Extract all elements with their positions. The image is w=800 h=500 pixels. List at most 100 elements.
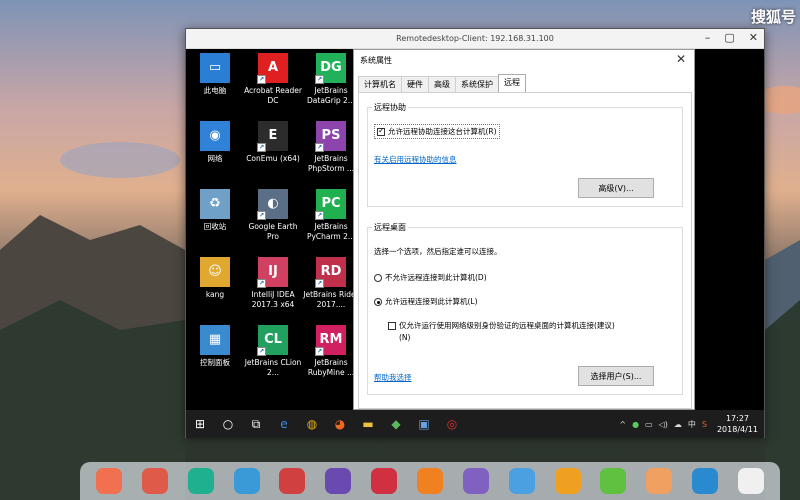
app-icon: RM ↗ bbox=[315, 325, 346, 356]
desktop-icon-label: JetBrains Rider 2017.... bbox=[303, 290, 359, 309]
dock-app-icon[interactable] bbox=[141, 468, 168, 494]
shortcut-arrow-icon: ↗ bbox=[315, 347, 324, 356]
remote-app-icon[interactable]: ▣ bbox=[410, 410, 438, 438]
dock-app-icon[interactable] bbox=[646, 468, 673, 494]
app-icon: A ↗ bbox=[257, 53, 288, 84]
dock-app-icon[interactable] bbox=[462, 468, 489, 494]
search-icon[interactable]: ○ bbox=[214, 410, 242, 438]
cloud-icon[interactable]: ☁ bbox=[674, 420, 682, 429]
minimize-icon[interactable]: – bbox=[705, 31, 711, 44]
clock[interactable]: 17:27 2018/4/11 bbox=[717, 413, 758, 435]
radio-icon[interactable] bbox=[374, 274, 382, 282]
nla-checkbox[interactable]: 仅允许运行使用网络级别身份验证的远程桌面的计算机连接(建议) (N) bbox=[388, 320, 615, 344]
dock-app-icon[interactable] bbox=[692, 468, 719, 494]
advanced-button[interactable]: 高级(V)... bbox=[578, 178, 654, 198]
watermark: 搜狐号 bbox=[750, 8, 796, 26]
app-icon: RD ↗ bbox=[315, 257, 346, 288]
file-explorer-icon[interactable]: ▬ bbox=[354, 410, 382, 438]
radio-deny[interactable]: 不允许远程连接到此计算机(D) bbox=[374, 272, 487, 283]
desktop-icon[interactable]: ▦ 控制面板 bbox=[186, 325, 244, 368]
desktop-icon-label: JetBrains CLion 2... bbox=[244, 358, 302, 377]
app-icon: ♻ bbox=[200, 189, 230, 219]
desktop-icon[interactable]: PS ↗ JetBrains PhpStorm ... bbox=[302, 121, 360, 174]
desktop-icon[interactable]: PC ↗ JetBrains PyCharm 2... bbox=[302, 189, 360, 242]
task-view-icon[interactable]: ⧉ bbox=[242, 410, 270, 438]
desktop-icon[interactable]: CL ↗ JetBrains CLion 2... bbox=[244, 325, 302, 378]
edge-icon[interactable]: e bbox=[270, 410, 298, 438]
radio-allow[interactable]: 允许远程连接到此计算机(L) bbox=[374, 296, 478, 307]
desktop-icon[interactable]: RM ↗ JetBrains RubyMine ... bbox=[302, 325, 360, 378]
chrome-icon[interactable]: ◍ bbox=[298, 410, 326, 438]
desktop-icon-label: JetBrains PyCharm 2... bbox=[306, 222, 356, 241]
assistance-checkbox[interactable]: 允许远程协助连接这台计算机(R) bbox=[374, 124, 500, 139]
start-icon[interactable]: ⊞ bbox=[186, 410, 214, 438]
chevron-up-icon[interactable]: ^ bbox=[619, 420, 626, 429]
close-icon[interactable]: ✕ bbox=[749, 31, 758, 44]
system-properties-dialog: 系统属性 ✕ 计算机名 硬件 高级 系统保护 远程 远程协助 允许远程协助连接这… bbox=[353, 49, 695, 410]
shortcut-arrow-icon: ↗ bbox=[257, 279, 266, 288]
tab-remote[interactable]: 远程 bbox=[498, 74, 526, 92]
desktop-icon[interactable]: E ↗ ConEmu (x64) bbox=[244, 121, 302, 164]
close-icon[interactable]: ✕ bbox=[676, 52, 686, 66]
desktop-icon-label: 控制面板 bbox=[200, 358, 230, 367]
shortcut-arrow-icon: ↗ bbox=[257, 211, 266, 220]
dock-app-icon[interactable] bbox=[600, 468, 627, 494]
dock-app-icon[interactable] bbox=[279, 468, 306, 494]
checkbox-icon[interactable] bbox=[388, 322, 396, 330]
desktop-icon[interactable]: ☺ kang bbox=[186, 257, 244, 300]
desktop-icon-label: JetBrains PhpStorm ... bbox=[307, 154, 355, 173]
firefox-icon[interactable]: ◕ bbox=[326, 410, 354, 438]
desktop-icon-label: Acrobat Reader DC bbox=[244, 86, 302, 105]
dialog-titlebar[interactable]: 系统属性 ✕ bbox=[354, 50, 694, 70]
app-icon: PS ↗ bbox=[315, 121, 346, 152]
network-icon[interactable]: ▭ bbox=[645, 420, 653, 429]
dialog-tabs: 计算机名 硬件 高级 系统保护 远程 bbox=[358, 74, 526, 92]
remote-window-titlebar[interactable]: Remotedesktop-Client: 192.168.31.100 – ▢… bbox=[186, 29, 764, 49]
volume-icon[interactable]: ◁) bbox=[659, 420, 668, 429]
remote-tab-pane: 远程协助 允许远程协助连接这台计算机(R) 有关启用远程协助的信息 高级(V).… bbox=[358, 92, 692, 409]
wechat-icon[interactable]: ● bbox=[632, 420, 639, 429]
desktop-icon-label: ConEmu (x64) bbox=[246, 154, 300, 163]
desktop-icon[interactable]: IJ ↗ IntelliJ IDEA 2017.3 x64 bbox=[244, 257, 302, 310]
desktop-icon[interactable]: ◉ 网络 bbox=[186, 121, 244, 164]
desktop-icon[interactable]: ◐ ↗ Google Earth Pro bbox=[244, 189, 302, 242]
remote-assistance-group: 远程协助 允许远程协助连接这台计算机(R) 有关启用远程协助的信息 高级(V).… bbox=[367, 102, 683, 207]
desktop-icon-label: 网络 bbox=[207, 154, 223, 163]
maximize-icon[interactable]: ▢ bbox=[724, 31, 734, 44]
dock-app-icon[interactable] bbox=[325, 468, 352, 494]
sogou-icon[interactable]: S bbox=[702, 420, 707, 429]
tab-computer-name[interactable]: 计算机名 bbox=[358, 76, 402, 92]
app-icon: ◉ bbox=[200, 121, 230, 151]
dialog-title: 系统属性 bbox=[360, 55, 392, 65]
desktop-icon-label: JetBrains RubyMine ... bbox=[307, 358, 355, 377]
shortcut-arrow-icon: ↗ bbox=[315, 75, 324, 84]
assistance-info-link[interactable]: 有关启用远程协助的信息 bbox=[374, 155, 457, 164]
dock-app-icon[interactable] bbox=[737, 468, 764, 494]
desktop-icon[interactable]: DG ↗ JetBrains DataGrip 2... bbox=[302, 53, 360, 106]
dock-app-icon[interactable] bbox=[416, 468, 443, 494]
desktop-icon[interactable]: A ↗ Acrobat Reader DC bbox=[244, 53, 302, 106]
dock-app-icon[interactable] bbox=[554, 468, 581, 494]
desktop-icon[interactable]: RD ↗ JetBrains Rider 2017.... bbox=[302, 257, 360, 310]
tab-advanced[interactable]: 高级 bbox=[428, 76, 456, 92]
dock-app-icon[interactable] bbox=[233, 468, 260, 494]
dock-app-icon[interactable] bbox=[187, 468, 214, 494]
desktop-icon[interactable]: ▭ 此电脑 bbox=[186, 53, 244, 96]
dock-app-icon[interactable] bbox=[95, 468, 122, 494]
tab-hardware[interactable]: 硬件 bbox=[401, 76, 429, 92]
desktop-icon-label: 回收站 bbox=[203, 222, 227, 231]
ime-icon[interactable]: 中 bbox=[688, 419, 696, 430]
netease-music-icon[interactable]: ◎ bbox=[438, 410, 466, 438]
radio-icon[interactable] bbox=[374, 298, 382, 306]
select-users-button[interactable]: 选择用户(S)... bbox=[578, 366, 654, 386]
help-link[interactable]: 帮助我选择 bbox=[374, 373, 412, 382]
tab-system-protection[interactable]: 系统保护 bbox=[455, 76, 499, 92]
android-studio-icon[interactable]: ◆ bbox=[382, 410, 410, 438]
app-icon: PC ↗ bbox=[315, 189, 346, 220]
desktop-prompt: 选择一个选项，然后指定谁可以连接。 bbox=[374, 247, 502, 256]
checkbox-icon[interactable] bbox=[377, 126, 385, 136]
dock-app-icon[interactable] bbox=[508, 468, 535, 494]
desktop-icon[interactable]: ♻ 回收站 bbox=[186, 189, 244, 232]
desktop-icon-label: kang bbox=[205, 290, 225, 299]
dock-app-icon[interactable] bbox=[371, 468, 398, 494]
